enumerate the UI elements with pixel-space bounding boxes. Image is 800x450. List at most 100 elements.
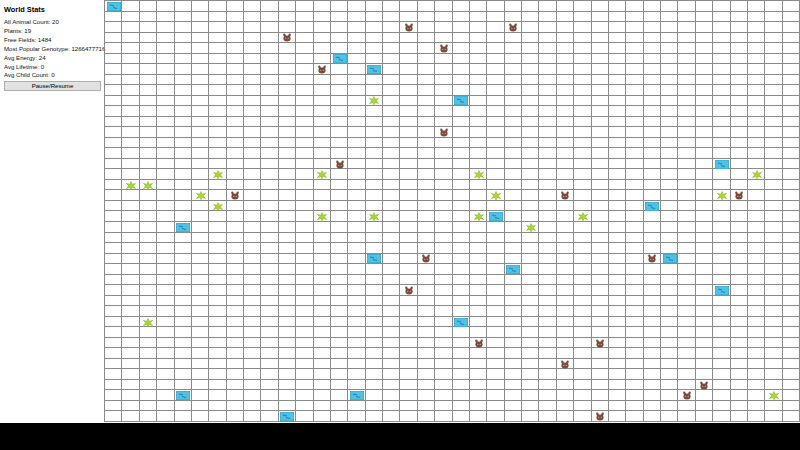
grid-cell: [644, 306, 661, 317]
grid-cell: [244, 85, 261, 96]
grid-cell: [609, 43, 626, 54]
grid-cell: [244, 190, 261, 201]
grid-cell: [505, 254, 522, 265]
grid-cell: [122, 285, 139, 296]
grid-cell: [713, 54, 730, 65]
grid-cell: [522, 148, 539, 159]
grid-cell: [209, 190, 226, 201]
grid-cell: [261, 127, 278, 138]
grid-cell: [105, 64, 122, 75]
grid-cell: [418, 43, 435, 54]
grid-cell: [157, 243, 174, 254]
grid-cell: [487, 285, 504, 296]
grid-cell: [783, 117, 800, 128]
grid-cell: [175, 275, 192, 286]
grid-cell: [105, 43, 122, 54]
grid-cell: [383, 285, 400, 296]
grid-cell: [261, 317, 278, 328]
grid-cell: [279, 296, 296, 307]
grid-cell: [557, 43, 574, 54]
grid-cell: [678, 211, 695, 222]
animal-icon: [557, 190, 574, 201]
grid-cell: [261, 275, 278, 286]
grid-cell: [192, 138, 209, 149]
grid-cell: [400, 1, 417, 12]
grid-cell: [470, 285, 487, 296]
grid-cell: [366, 275, 383, 286]
grid-cell: [140, 243, 157, 254]
grid-cell: [678, 54, 695, 65]
grid-cell: [539, 85, 556, 96]
grid-cell: [522, 390, 539, 401]
grid-cell: [644, 169, 661, 180]
grid-cell: [696, 222, 713, 233]
grid-cell: [609, 127, 626, 138]
grid-cell: [296, 54, 313, 65]
plant-icon: [209, 169, 226, 180]
grid-cell: [644, 138, 661, 149]
animal-icon: [435, 127, 452, 138]
grid-cell: [731, 211, 748, 222]
grid-cell: [192, 296, 209, 307]
pause-resume-button[interactable]: Pause/Resume: [4, 81, 101, 91]
grid-cell: [731, 159, 748, 170]
grid-cell: [661, 275, 678, 286]
grid-cell: [140, 117, 157, 128]
grid-cell: [348, 117, 365, 128]
grid-cell: [157, 285, 174, 296]
grid-cell: [435, 85, 452, 96]
grid-cell: [592, 64, 609, 75]
grid-cell: [175, 85, 192, 96]
grid-cell: [227, 317, 244, 328]
grid-cell: [227, 211, 244, 222]
grid-cell: [748, 64, 765, 75]
grid-cell: [609, 117, 626, 128]
water-icon: [453, 317, 470, 328]
grid-cell: [731, 401, 748, 412]
grid-cell: [122, 390, 139, 401]
grid-cell: [453, 180, 470, 191]
grid-cell: [261, 338, 278, 349]
grid-cell: [209, 22, 226, 33]
grid-cell: [400, 54, 417, 65]
grid-cell: [609, 285, 626, 296]
grid-cell: [314, 222, 331, 233]
grid-cell: [209, 106, 226, 117]
grid-cell: [105, 148, 122, 159]
grid-cell: [592, 390, 609, 401]
grid-cell: [487, 180, 504, 191]
grid-cell: [227, 85, 244, 96]
grid-cell: [348, 411, 365, 422]
grid-cell: [400, 117, 417, 128]
grid-cell: [140, 33, 157, 44]
grid-cell: [592, 138, 609, 149]
grid-cell: [644, 401, 661, 412]
grid-cell: [522, 359, 539, 370]
grid-cell: [644, 54, 661, 65]
grid-cell: [574, 75, 591, 86]
grid-cell: [505, 285, 522, 296]
grid-cell: [696, 43, 713, 54]
grid-cell: [644, 411, 661, 422]
grid-cell: [209, 317, 226, 328]
grid-cell: [261, 33, 278, 44]
grid-cell: [435, 359, 452, 370]
grid-cell: [209, 338, 226, 349]
grid-cell: [366, 306, 383, 317]
grid-cell: [453, 327, 470, 338]
water-icon: [175, 222, 192, 233]
grid-cell: [696, 106, 713, 117]
grid-cell: [626, 127, 643, 138]
grid-cell: [765, 190, 782, 201]
grid-cell: [453, 12, 470, 23]
grid-cell: [331, 169, 348, 180]
grid-cell: [279, 222, 296, 233]
grid-cell: [400, 201, 417, 212]
grid-cell: [366, 201, 383, 212]
grid-cell: [192, 317, 209, 328]
grid-cell: [348, 22, 365, 33]
grid-cell: [296, 43, 313, 54]
grid-cell: [400, 317, 417, 328]
grid-cell: [592, 359, 609, 370]
grid-cell: [522, 190, 539, 201]
